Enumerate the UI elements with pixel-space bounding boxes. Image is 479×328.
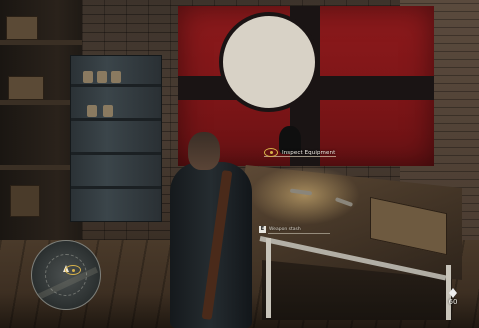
minimap [31, 240, 101, 310]
game-scene: Inspect Equipment E Weapon stash 60 [0, 0, 479, 328]
minimap-ring [45, 254, 87, 296]
jar [87, 105, 97, 117]
interaction-prompt[interactable]: Inspect Equipment [264, 148, 335, 157]
cabinet-shelf [71, 84, 161, 87]
lamp-light [250, 165, 360, 225]
crate [8, 76, 44, 100]
marker-underline [268, 233, 330, 234]
cabinet-shelf [71, 186, 161, 189]
eye-icon [65, 265, 81, 275]
diamond-icon [448, 288, 458, 298]
jar [103, 105, 113, 117]
cabinet-shelf [71, 152, 161, 155]
backpack [10, 185, 40, 217]
metal-cabinet [70, 55, 162, 222]
jar [83, 71, 93, 83]
cabinet-shelf [71, 118, 161, 121]
prompt-label: Inspect Equipment [282, 149, 336, 156]
jar [97, 71, 107, 83]
stash-marker[interactable]: E Weapon stash [259, 226, 301, 233]
eye-icon [264, 148, 278, 157]
marker-label: Weapon stash [269, 227, 301, 232]
crate [6, 16, 38, 40]
flag-emblem [219, 12, 319, 112]
player-head [188, 132, 220, 170]
ammo-count: 60 [448, 298, 458, 306]
key-icon: E [259, 226, 266, 233]
shelf-board [0, 40, 82, 45]
workbench-leg [266, 238, 271, 318]
ammo-counter: 60 [440, 288, 466, 306]
jar [111, 71, 121, 83]
